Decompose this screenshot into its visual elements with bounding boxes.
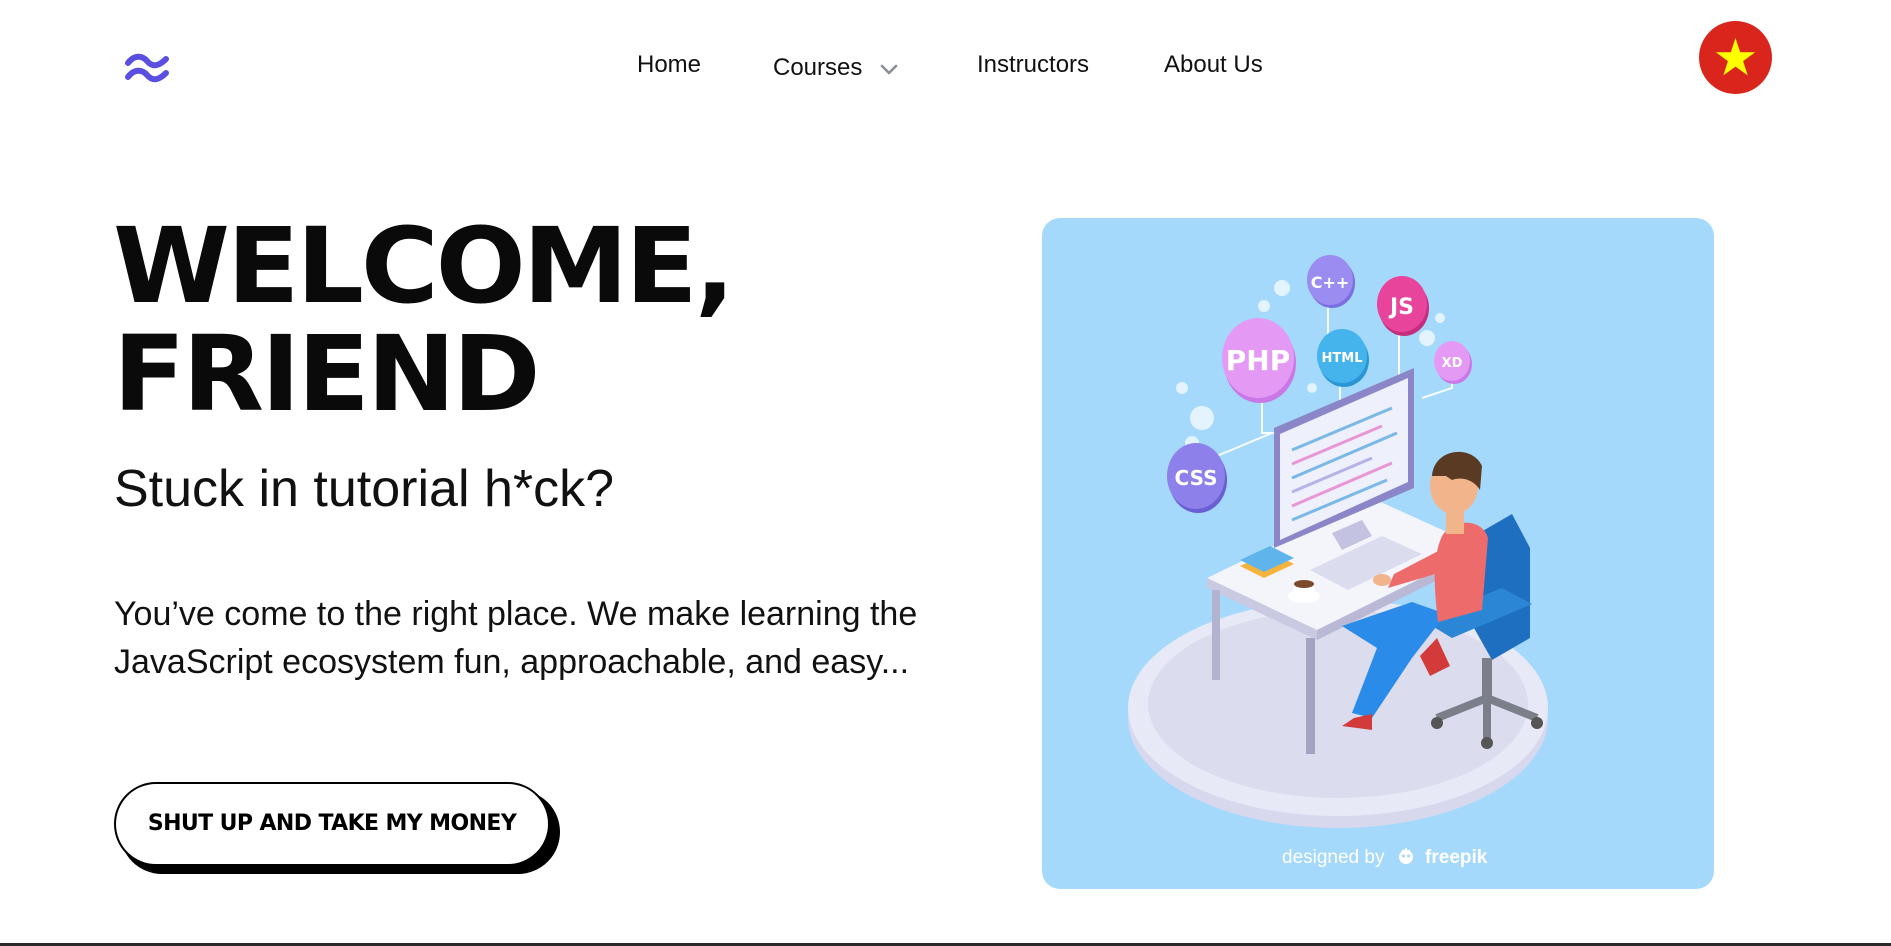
nav-courses-dropdown[interactable]: Courses [773, 51, 901, 85]
svg-text:HTML: HTML [1322, 351, 1363, 366]
credit-prefix: designed by [1282, 847, 1385, 868]
html-badge: HTML [1317, 329, 1369, 387]
hero-illustration: PHP C++ JS HTML XD CSS designed by freep… [1042, 218, 1714, 889]
xd-badge: XD [1434, 341, 1472, 384]
freepik-icon [1398, 847, 1413, 864]
svg-text:PHP: PHP [1226, 344, 1290, 377]
hero-title: WELCOME, FRIEND [113, 205, 735, 435]
language-flag-button[interactable] [1699, 21, 1772, 94]
main-nav: Home Courses Instructors About Us [0, 48, 1891, 82]
nav-courses-label: Courses [773, 54, 863, 81]
developer-at-desk-illustration: PHP C++ JS HTML XD CSS [1128, 255, 1548, 828]
js-badge: JS [1377, 276, 1429, 336]
hero-title-line1: WELCOME, [113, 205, 735, 327]
chevron-down-icon [880, 64, 898, 74]
cpp-badge: C++ [1307, 255, 1355, 308]
cta-button[interactable]: SHUT UP AND TAKE MY MONEY [114, 782, 550, 866]
svg-text:C++: C++ [1311, 273, 1350, 292]
php-badge: PHP [1222, 318, 1296, 403]
hero-title-line2: FRIEND [113, 313, 541, 435]
svg-text:XD: XD [1442, 356, 1463, 371]
css-badge: CSS [1167, 443, 1227, 513]
nav-about-link[interactable]: About Us [1164, 48, 1263, 82]
illustration-credit: designed by freepik [1282, 846, 1487, 869]
svg-text:JS: JS [1388, 295, 1414, 320]
svg-text:CSS: CSS [1175, 466, 1218, 490]
hero-description: You’ve come to the right place. We make … [114, 595, 918, 681]
landing-page: Home Courses Instructors About Us WELCOM… [0, 0, 1891, 946]
nav-instructors-link[interactable]: Instructors [977, 48, 1089, 82]
vietnam-flag-icon [1715, 38, 1756, 76]
nav-home-link[interactable]: Home [637, 48, 701, 82]
hero-subtitle: Stuck in tutorial h*ck? [114, 460, 615, 518]
credit-brand: freepik [1425, 847, 1488, 868]
cta-container: SHUT UP AND TAKE MY MONEY [114, 782, 560, 874]
